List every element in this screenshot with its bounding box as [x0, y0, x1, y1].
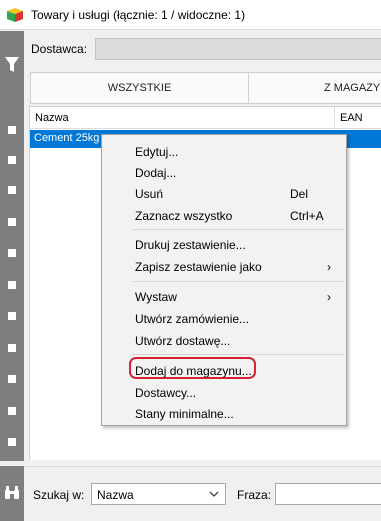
menu-item-label: Edytuj...	[135, 145, 179, 159]
menu-item-label: Usuń	[135, 187, 164, 201]
menu-item-label: Dodaj do magazynu...	[135, 364, 252, 378]
supplier-label: Dostawca:	[31, 42, 88, 56]
row-marker[interactable]	[8, 438, 16, 446]
row-marker[interactable]	[8, 312, 16, 320]
window-title: Towary i usługi (łącznie: 1 / widoczne: …	[31, 8, 246, 22]
menu-item-issue[interactable]: Wystaw ›	[102, 286, 346, 307]
row-marker-sidebar	[0, 31, 24, 461]
phrase-label: Fraza:	[237, 488, 272, 502]
cell-nazwa: Cement 25kg	[34, 132, 100, 144]
row-marker[interactable]	[8, 407, 16, 415]
column-header-ean[interactable]: EAN	[335, 107, 381, 129]
title-bar: Towary i usługi (łącznie: 1 / widoczne: …	[0, 0, 381, 30]
submenu-arrow-icon: ›	[327, 290, 331, 304]
tab-strip: WSZYSTKIE Z MAGAZY	[30, 72, 381, 104]
search-in-label: Szukaj w:	[33, 488, 85, 502]
menu-separator	[132, 354, 344, 355]
menu-item-save-summary-as[interactable]: Zapisz zestawienie jako ›	[102, 256, 346, 277]
menu-item-select-all[interactable]: Zaznacz wszystko Ctrl+A	[102, 205, 346, 226]
row-marker[interactable]	[8, 126, 16, 134]
tab-from-warehouse[interactable]: Z MAGAZY	[250, 73, 381, 103]
menu-item-shortcut: Del	[290, 187, 309, 201]
search-field-value: Nazwa	[97, 488, 134, 502]
row-marker[interactable]	[8, 218, 16, 226]
context-menu: Edytuj... Dodaj... Usuń Del Zaznacz wszy…	[101, 134, 347, 426]
binoculars-icon	[5, 486, 19, 499]
submenu-arrow-icon: ›	[327, 260, 331, 274]
menu-separator	[132, 281, 344, 282]
app-cube-icon	[7, 8, 23, 22]
menu-item-label: Dodaj...	[135, 166, 177, 180]
menu-item-label: Utwórz dostawę...	[135, 334, 231, 348]
menu-item-add-to-warehouse[interactable]: Dodaj do magazynu...	[102, 357, 346, 381]
menu-item-label: Zaznacz wszystko	[135, 209, 233, 223]
phrase-input[interactable]	[275, 483, 381, 505]
menu-item-label: Wystaw	[135, 290, 177, 304]
column-header-nazwa[interactable]: Nazwa	[30, 107, 335, 129]
row-marker[interactable]	[8, 249, 16, 257]
tab-all[interactable]: WSZYSTKIE	[31, 73, 249, 103]
row-marker[interactable]	[8, 186, 16, 194]
row-marker[interactable]	[8, 156, 16, 164]
row-marker[interactable]	[8, 375, 16, 383]
menu-item-shortcut: Ctrl+A	[290, 209, 324, 223]
search-field-select[interactable]: Nazwa	[91, 483, 226, 505]
menu-item-label: Drukuj zestawienie...	[135, 238, 246, 252]
menu-item-edit[interactable]: Edytuj...	[102, 141, 346, 162]
menu-separator	[132, 229, 344, 230]
chevron-down-icon	[209, 491, 219, 497]
menu-item-suppliers[interactable]: Dostawcy...	[102, 382, 346, 403]
row-marker[interactable]	[8, 344, 16, 352]
menu-item-delete[interactable]: Usuń Del	[102, 183, 346, 204]
menu-item-print-summary[interactable]: Drukuj zestawienie...	[102, 234, 346, 255]
menu-item-label: Utwórz zamówienie...	[135, 312, 250, 326]
supplier-combo[interactable]	[95, 38, 381, 60]
menu-item-minimum-stock[interactable]: Stany minimalne...	[102, 403, 346, 424]
menu-item-label: Stany minimalne...	[135, 407, 234, 421]
menu-item-label: Zapisz zestawienie jako	[135, 260, 262, 274]
menu-item-create-delivery[interactable]: Utwórz dostawę...	[102, 330, 346, 351]
filter-icon[interactable]	[5, 57, 19, 73]
menu-item-label: Dostawcy...	[135, 386, 197, 400]
menu-item-create-order[interactable]: Utwórz zamówienie...	[102, 308, 346, 329]
menu-item-add[interactable]: Dodaj...	[102, 162, 346, 183]
row-marker[interactable]	[8, 281, 16, 289]
